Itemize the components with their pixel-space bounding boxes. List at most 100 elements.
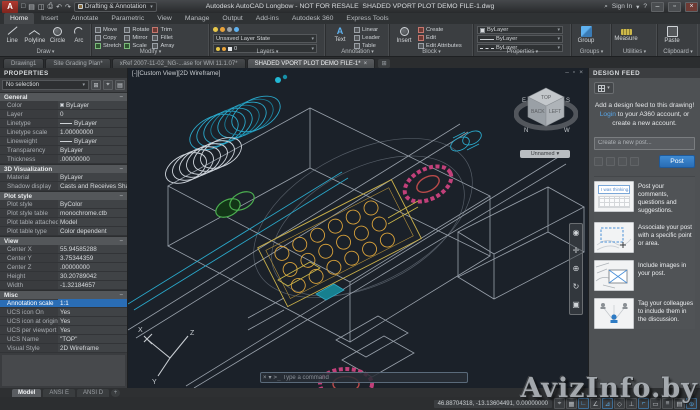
feed-settings-button[interactable] (594, 82, 614, 94)
new-drawing-tab-button[interactable]: ⊞ (378, 59, 391, 68)
group-button[interactable]: Group (575, 26, 597, 44)
prop-row[interactable]: Height 30.20789042 (0, 272, 127, 281)
orbit-icon[interactable]: ↻ (573, 283, 580, 291)
zoom-icon[interactable]: ⊕ (573, 265, 580, 273)
file-tab-site-grading[interactable]: Site Grading Plan* (45, 58, 111, 68)
lineweight-dropdown[interactable]: ByLayer (477, 35, 563, 43)
app-menu-button[interactable]: A (2, 0, 18, 13)
sign-in-button[interactable]: Sign In (612, 3, 632, 10)
selection-dropdown[interactable]: No selection (2, 80, 89, 90)
command-input[interactable] (282, 374, 465, 381)
showmotion-icon[interactable]: ▣ (572, 301, 580, 309)
viewcube[interactable]: TOP BACK LEFT S E N W Unnamed ▾ (513, 80, 579, 158)
mirror-button[interactable]: Mirror (124, 34, 149, 41)
prop-row[interactable]: Plot style table monochrome.ctb (0, 209, 127, 218)
compass-east[interactable]: E (522, 98, 526, 104)
pickadd-toggle-icon[interactable]: ⊞ (91, 80, 101, 90)
layer-state-dropdown[interactable]: Unsaved Layer State (213, 34, 317, 43)
collapse-icon[interactable]: − (119, 193, 123, 200)
minimize-drawing-icon[interactable]: – (565, 69, 569, 76)
close-tab-icon[interactable]: × (364, 61, 368, 67)
leader-button[interactable]: Leader (354, 34, 380, 41)
viewcube-top-face[interactable]: TOP (541, 95, 552, 101)
circle-button[interactable]: Circle (48, 26, 66, 44)
panel-layers-label[interactable]: Layers (210, 48, 325, 56)
prop-row[interactable]: Center Z .00000000 (0, 263, 127, 272)
workspace-switcher[interactable]: Drafting & Annotation (73, 1, 157, 12)
prop-row[interactable]: Thickness .00000000 (0, 155, 127, 164)
paste-button[interactable]: Paste (661, 26, 683, 44)
tag-person-icon[interactable] (630, 156, 639, 166)
tab-home[interactable]: Home (4, 13, 35, 24)
section-plot-style[interactable]: Plot style − (0, 191, 127, 200)
compass-north[interactable]: N (524, 128, 528, 134)
create-block-button[interactable]: Create (418, 26, 462, 33)
tab-addins[interactable]: Add-ins (250, 13, 285, 24)
prop-row[interactable]: Width -1.32184657 (0, 281, 127, 290)
prop-row[interactable]: Layer 0 (0, 110, 127, 119)
panel-block-label[interactable]: Block (390, 48, 473, 56)
section-view[interactable]: View − (0, 236, 127, 245)
prop-row[interactable]: Linetype ByLayer (0, 119, 127, 128)
layout-tab-model[interactable]: Model (12, 388, 42, 397)
login-link[interactable]: Login (600, 111, 616, 118)
layer-on-icon[interactable] (213, 27, 218, 32)
select-objects-icon[interactable]: ⌖ (103, 80, 113, 90)
collapse-icon[interactable]: − (119, 238, 123, 245)
tab-parametric[interactable]: Parametric (105, 13, 150, 24)
rotate-button[interactable]: Rotate (124, 26, 149, 33)
tab-manage[interactable]: Manage (179, 13, 216, 24)
close-drawing-icon[interactable]: × (579, 69, 583, 76)
named-view-dropdown[interactable]: Unnamed ▾ (520, 150, 570, 158)
panel-groups-label[interactable]: Groups (572, 48, 611, 56)
file-tab-shaded-vport[interactable]: SHADED VPORT PLOT DEMO FILE-1* × (246, 58, 376, 68)
attach-point-icon[interactable] (618, 156, 627, 166)
panel-clipboard-label[interactable]: Clipboard (658, 48, 698, 56)
close-button[interactable]: × (685, 1, 698, 12)
prop-row[interactable]: Transparency ByLayer (0, 146, 127, 155)
panel-modify-label[interactable]: Modify (92, 48, 209, 56)
prop-row[interactable]: Lineweight ByLayer (0, 137, 127, 146)
layout-tab-ansi-e[interactable]: ANSI E (43, 388, 76, 397)
prop-row[interactable]: Plot table attached toModel (0, 218, 127, 227)
prop-row[interactable]: Center Y 3.75344359 (0, 254, 127, 263)
prop-row-selected[interactable]: Annotation scale 1:1 (0, 299, 127, 308)
model-space-canvas[interactable]: Z X Y [-][Custom View][2D Wireframe] – ▫… (128, 68, 588, 388)
polyline-button[interactable]: Polyline (24, 26, 45, 44)
new-file-icon[interactable]: □ (21, 3, 25, 11)
move-button[interactable]: Move (95, 26, 121, 33)
pan-icon[interactable]: ✛ (573, 247, 580, 255)
layout-tab-ansi-d[interactable]: ANSI D (77, 388, 110, 397)
viewport-controls[interactable]: [-][Custom View][2D Wireframe] (132, 70, 220, 77)
new-layout-button[interactable]: + (111, 388, 121, 397)
prop-row[interactable]: Linetype scale 1.00000000 (0, 128, 127, 137)
panel-properties-label[interactable]: Properties (474, 48, 571, 56)
copy-button[interactable]: Copy (95, 34, 121, 41)
restore-button[interactable]: ▫ (668, 1, 681, 12)
navigation-wheel-icon[interactable]: ◉ (573, 229, 580, 237)
trim-button[interactable]: Trim (152, 26, 174, 33)
panel-utilities-label[interactable]: Utilities (612, 48, 657, 56)
prop-row[interactable]: UCS icon at origin Yes (0, 317, 127, 326)
insert-button[interactable]: Insert (393, 26, 415, 44)
panel-draw-label[interactable]: Draw (0, 48, 91, 56)
restore-drawing-icon[interactable]: ▫ (573, 69, 575, 76)
panel-annotation-label[interactable]: Annotation (326, 48, 389, 56)
save-icon[interactable]: ◫ (38, 3, 45, 11)
object-color-dropdown[interactable]: ByLayer (477, 26, 563, 34)
measure-button[interactable]: Measure (614, 26, 638, 42)
compass-west[interactable]: W (564, 128, 570, 134)
layer-lock-icon[interactable] (227, 27, 232, 32)
prop-row[interactable]: Color ByLayer (0, 101, 127, 110)
arc-button[interactable]: Arc (70, 26, 88, 44)
undo-icon[interactable]: ↶ (56, 3, 62, 11)
open-file-icon[interactable]: ▤ (28, 3, 35, 11)
fillet-button[interactable]: Fillet (152, 34, 174, 41)
viewcube-left-face[interactable]: BACK (531, 109, 545, 115)
section-3d-visualization[interactable]: 3D Visualization − (0, 164, 127, 173)
attach-area-icon[interactable] (606, 156, 615, 166)
minimize-button[interactable]: – (651, 1, 664, 12)
command-line[interactable]: × ▾ >_ (260, 372, 468, 383)
layer-properties-icon[interactable] (234, 27, 239, 32)
tab-autodesk360[interactable]: Autodesk 360 (286, 13, 340, 24)
